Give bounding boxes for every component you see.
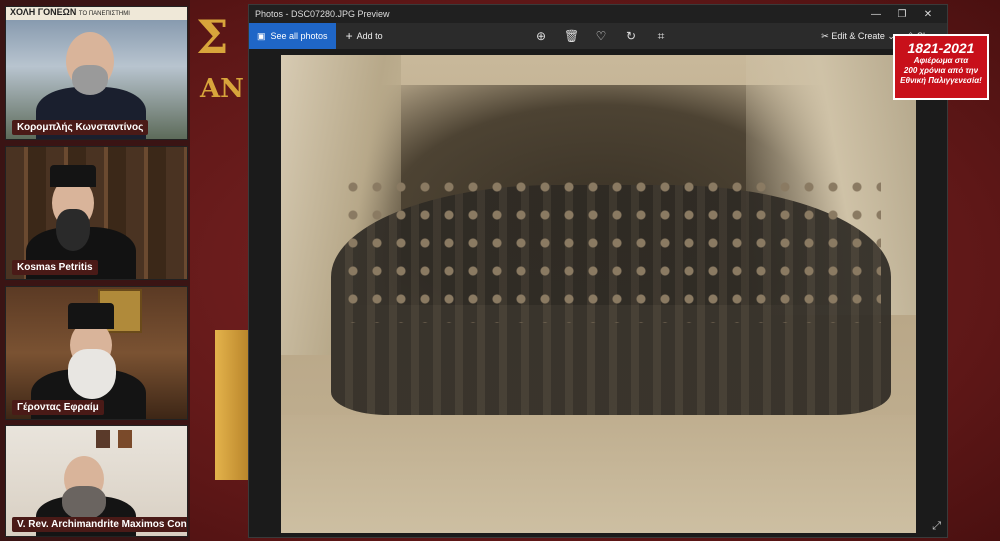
badge-line-3: Εθνική Παλιγγενεσία! (900, 76, 982, 85)
person-beard (68, 349, 116, 399)
background-letter-shape (215, 330, 249, 480)
participant-name: Γέροντας Εφραίμ (12, 400, 104, 415)
wall-icon (118, 430, 132, 448)
participant-name: Κορομπλής Κωνσταντίνος (12, 120, 149, 135)
see-all-label: See all photos (270, 31, 328, 41)
crop-icon[interactable]: ⌗ (654, 29, 668, 44)
participant-name: V. Rev. Archimandrite Maximos Cons... (12, 517, 187, 532)
photo-viewer[interactable]: ⤢ (249, 49, 947, 537)
participant-name: Kosmas Petritis (12, 260, 98, 275)
person-beard (72, 65, 108, 95)
historic-photo (281, 55, 916, 533)
add-to-label: Add to (356, 31, 383, 41)
add-to-button[interactable]: + Add to (336, 29, 393, 43)
delete-icon[interactable]: 🗑 (564, 29, 579, 43)
participant-column: ΧΟΛΗ ΓΟΝΕΩΝ ΤΟ ΠΑΝΕΠΙΣΤΗΜΙ Κορομπλής Κων… (0, 0, 190, 541)
zoom-icon[interactable]: ⊕ (534, 29, 548, 43)
participant-tile-3[interactable]: Γέροντας Εφραίμ (5, 286, 188, 420)
background-heading: Σ (196, 10, 231, 64)
participant-tile-4[interactable]: V. Rev. Archimandrite Maximos Cons... (5, 425, 188, 537)
close-button[interactable]: ✕ (915, 9, 941, 20)
person-hat (68, 303, 114, 329)
background-subheading: ΑΝ (200, 74, 244, 104)
minimize-button[interactable]: — (863, 9, 889, 20)
badge-line-2: 200 χρόνια από την (903, 66, 979, 75)
plus-icon: + (345, 29, 353, 43)
photo-floor (281, 415, 916, 533)
badge-line-1: Αφιέρωμα στα (913, 56, 969, 65)
anniversary-badge: 1821-2021 Αφιέρωμα στα 200 χρόνια από τη… (893, 34, 989, 100)
person-beard (62, 486, 106, 520)
window-title: Photos - DSC07280.JPG Preview (255, 9, 390, 19)
badge-years: 1821-2021 (907, 40, 975, 56)
wall-icon (96, 430, 110, 448)
toolbar-actions: ⊕ 🗑 ♡ ↻ ⌗ (534, 23, 668, 49)
photos-window: Photos - DSC07280.JPG Preview — ❐ ✕ ▣ Se… (248, 4, 948, 538)
toolbar: ▣ See all photos + Add to ⊕ 🗑 ♡ ↻ ⌗ ✂ Ed… (249, 23, 947, 49)
photos-icon: ▣ (257, 30, 266, 41)
participant-tile-1[interactable]: ΧΟΛΗ ΓΟΝΕΩΝ ΤΟ ΠΑΝΕΠΙΣΤΗΜΙ Κορομπλής Κων… (5, 6, 188, 140)
edit-icon: ✂ (821, 30, 829, 41)
see-all-photos-button[interactable]: ▣ See all photos (249, 23, 336, 49)
person-hat (50, 165, 96, 187)
expand-icon[interactable]: ⤢ (932, 520, 941, 533)
photo-faces (341, 173, 881, 323)
maximize-button[interactable]: ❐ (889, 9, 915, 20)
rotate-icon[interactable]: ↻ (624, 29, 638, 43)
person-beard (56, 209, 90, 251)
school-banner: ΧΟΛΗ ΓΟΝΕΩΝ ΤΟ ΠΑΝΕΠΙΣΤΗΜΙ (6, 7, 187, 20)
edit-create-label: Edit & Create (831, 30, 885, 41)
heart-icon[interactable]: ♡ (594, 29, 608, 43)
title-bar: Photos - DSC07280.JPG Preview — ❐ ✕ (249, 5, 947, 23)
edit-create-button[interactable]: ✂ Edit & Create ⌄ (821, 31, 895, 42)
participant-tile-2[interactable]: Kosmas Petritis (5, 146, 188, 280)
